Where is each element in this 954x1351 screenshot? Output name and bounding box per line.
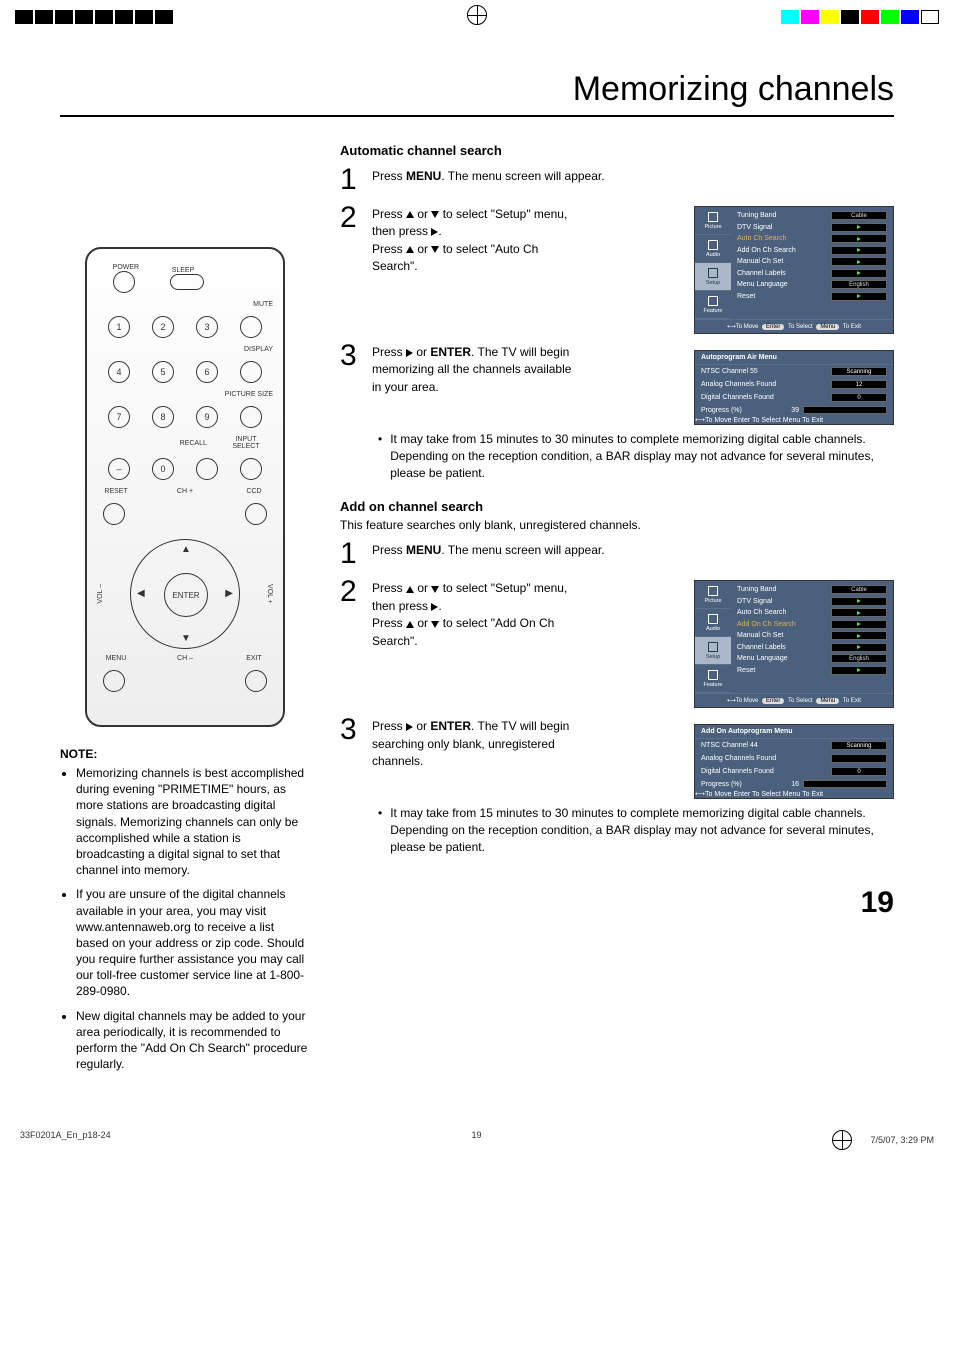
up-arrow-icon (406, 211, 414, 218)
section-heading-addon: Add on channel search (340, 499, 894, 514)
page-number: 19 (340, 886, 894, 920)
note-item: If you are unsure of the digital channel… (76, 886, 310, 999)
step-1-addon: 1 Press MENU. The menu screen will appea… (340, 542, 894, 566)
osd-addon-autoprogram-menu: Add On Autoprogram Menu NTSC Channel 44S… (694, 724, 894, 799)
step-2-addon: 2 Press or to select "Setup" menu, then … (340, 580, 682, 650)
page-title: Memorizing channels (60, 70, 894, 117)
register-mark-icon (467, 5, 487, 25)
step-3-addon: 3 Press or ENTER. The TV will begin sear… (340, 718, 682, 770)
step-1-auto: 1 Press MENU. The menu screen will appea… (340, 168, 894, 192)
section-heading-auto: Automatic channel search (340, 143, 894, 158)
remote-diagram: POWER SLEEP MUTE 123 DISPLAY 456 PICTURE… (85, 247, 285, 727)
step-note-auto: •It may take from 15 minutes to 30 minut… (378, 431, 894, 481)
osd-setup-menu-auto: PictureAudioSetupFeature Tuning BandCabl… (694, 206, 894, 334)
osd-setup-menu-addon: PictureAudioSetupFeature Tuning BandCabl… (694, 580, 894, 708)
osd-autoprogram-menu: Autoprogram Air Menu NTSC Channel 55Scan… (694, 350, 894, 425)
step-3-auto: 3 Press or ENTER. The TV will begin memo… (340, 344, 682, 396)
note-list: Memorizing channels is best accomplished… (60, 765, 310, 1072)
section-subtext-addon: This feature searches only blank, unregi… (340, 518, 894, 532)
note-item: Memorizing channels is best accomplished… (76, 765, 310, 878)
step-2-auto: 2 Press or to select "Setup" menu, then … (340, 206, 682, 276)
step-note-addon: •It may take from 15 minutes to 30 minut… (378, 805, 894, 855)
note-item: New digital channels may be added to you… (76, 1008, 310, 1073)
document-footer: 33F0201A_En_p18-24 19 7/5/07, 3:29 PM (0, 1130, 954, 1160)
note-heading: NOTE: (60, 747, 310, 761)
crop-marks-top (0, 0, 954, 40)
